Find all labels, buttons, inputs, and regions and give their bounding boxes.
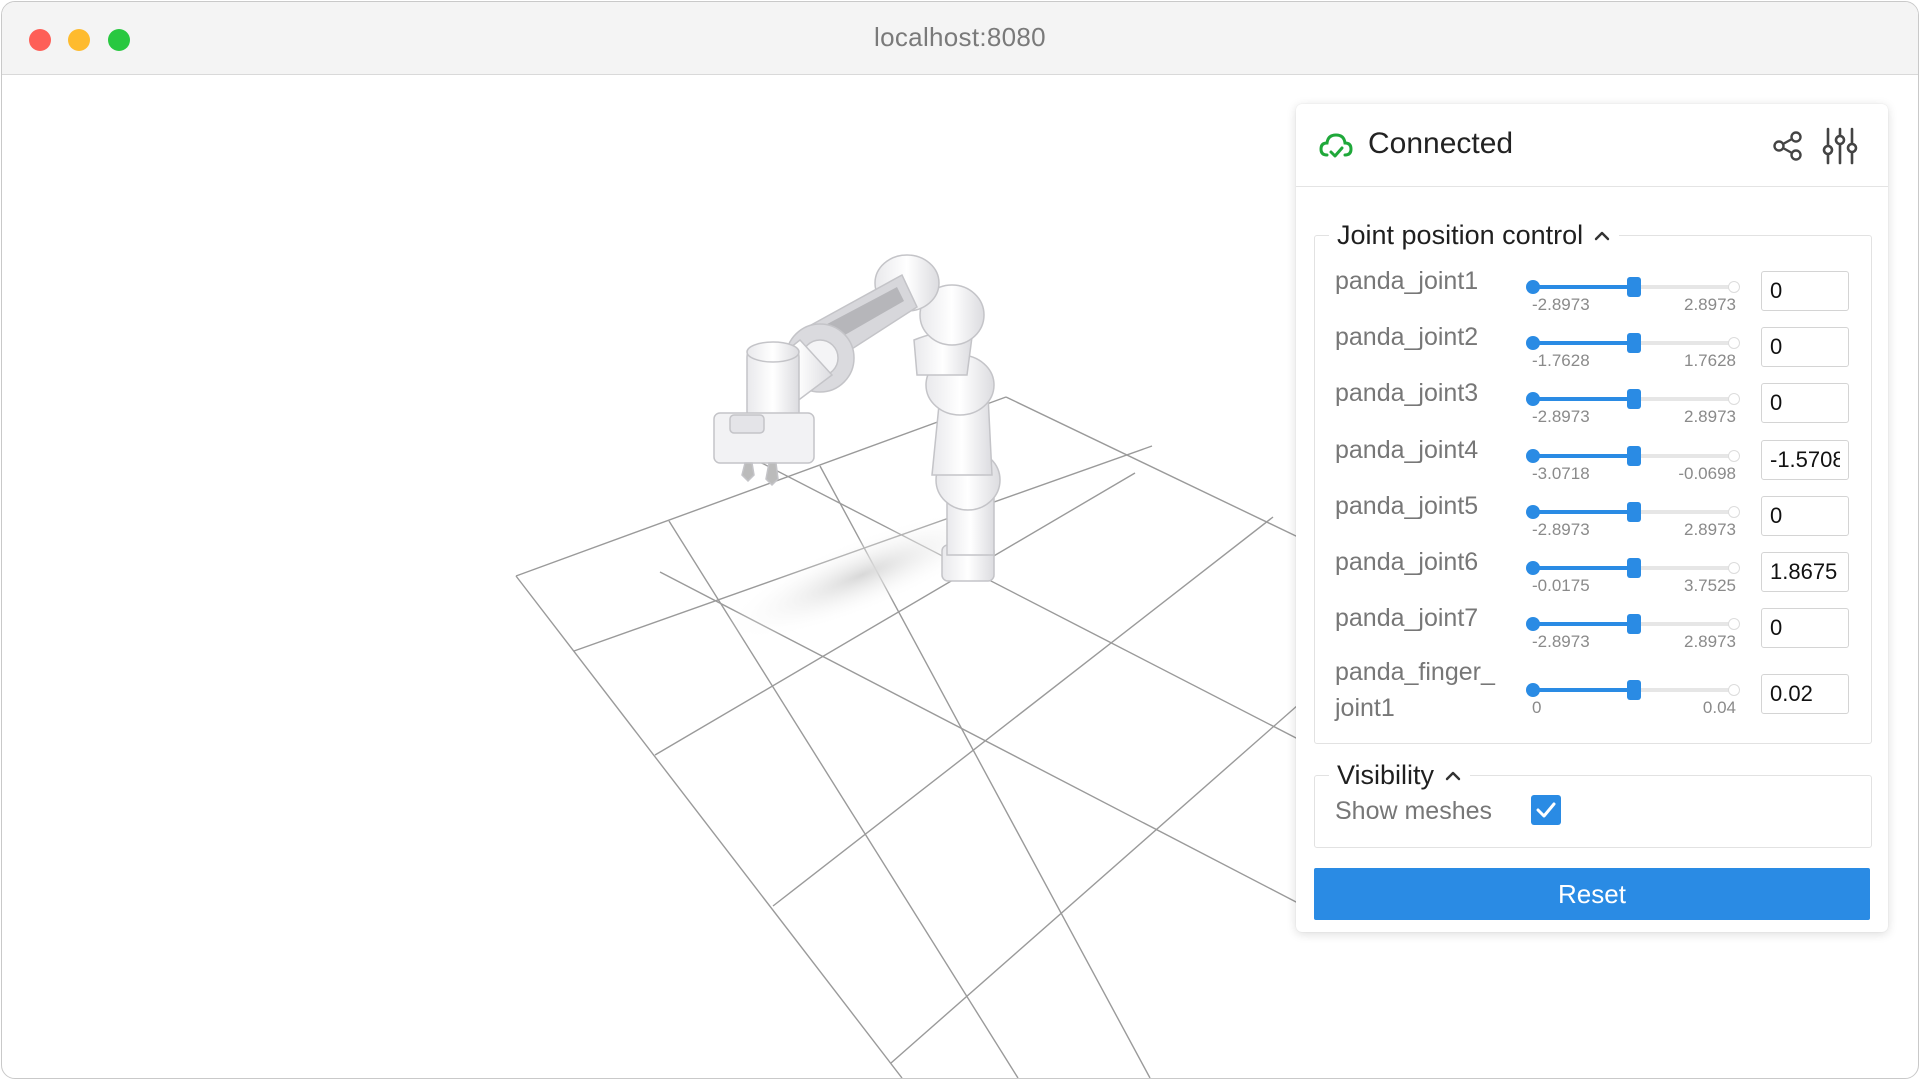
visibility-header[interactable]: Visibility [1329,760,1470,791]
joint-value-input[interactable] [1761,552,1849,592]
show-meshes-label: Show meshes [1335,797,1493,825]
slider-max-label: -0.0698 [1678,464,1736,483]
joint-position-control-title: Joint position control [1337,220,1584,250]
joint-label: panda_joint7 [1335,604,1479,632]
joint-position-control-group: Joint position control panda_joint1 -2.8… [1314,220,1872,744]
joint-value-input[interactable] [1761,271,1849,311]
joint-row: panda_joint4 -3.0718 -0.0698 [1315,432,1871,483]
cloud-check-icon [1319,133,1353,158]
slider-thumb[interactable] [1627,446,1641,466]
visibility-group: Visibility Show meshes [1314,760,1872,848]
slider-max-label: 1.7628 [1684,351,1736,370]
joint-row: panda_finger_ joint1 0 0.04 [1315,654,1871,732]
joint-value-input[interactable] [1761,674,1849,714]
url-text: localhost:8080 [874,22,1046,52]
slider-thumb[interactable] [1627,558,1641,578]
joint-label: panda_joint2 [1335,323,1479,351]
slider-thumb[interactable] [1627,277,1641,297]
joint-value-input[interactable] [1761,440,1849,480]
slider-min-label: 0 [1532,698,1542,717]
joint-row: panda_joint6 -0.0175 3.7525 [1315,544,1871,595]
slider-max-label: 2.8973 [1684,407,1736,426]
slider-thumb[interactable] [1627,333,1641,353]
slider-thumb[interactable] [1627,389,1641,409]
slider-min-label: -0.0175 [1532,576,1590,595]
joint-position-control-header[interactable]: Joint position control [1329,220,1619,251]
slider-min-label: -3.0718 [1532,464,1590,483]
joint-row: panda_joint3 -2.8973 2.8973 [1315,375,1871,426]
slider-min-label: -2.8973 [1532,632,1590,651]
chevron-up-icon [1445,771,1461,780]
panel-header: Connected [1296,104,1888,187]
joint-value-input[interactable] [1761,383,1849,423]
slider-thumb[interactable] [1627,502,1641,522]
slider-thumb[interactable] [1627,614,1641,634]
joint-value-input[interactable] [1761,496,1849,536]
joint-label: panda_joint1 [1335,267,1479,295]
slider-max-label: 2.8973 [1684,520,1736,539]
visibility-title: Visibility [1337,760,1435,790]
joint-value-input[interactable] [1761,608,1849,648]
show-meshes-checkbox[interactable] [1531,795,1561,825]
joint-label-line2: joint1 [1335,694,1395,722]
control-panel: Connected Joint position control panda_j… [1296,104,1888,932]
joint-slider[interactable]: -1.7628 1.7628 [1526,333,1740,370]
joint-row: panda_joint7 -2.8973 2.8973 [1315,600,1871,651]
joint-label: panda_joint6 [1335,548,1479,576]
connection-status: Connected [1368,127,1514,160]
slider-max-label: 2.8973 [1684,632,1736,651]
joint-label: panda_joint4 [1335,436,1479,464]
joint-row: panda_joint5 -2.8973 2.8973 [1315,488,1871,539]
joint-label-line1: panda_finger_ [1335,658,1495,686]
slider-min-label: -2.8973 [1532,520,1590,539]
joint-slider[interactable]: -2.8973 2.8973 [1526,389,1740,426]
slider-thumb[interactable] [1627,680,1641,700]
joint-slider[interactable]: -0.0175 3.7525 [1526,558,1740,595]
joint-slider[interactable]: -2.8973 2.8973 [1526,502,1740,539]
slider-max-label: 0.04 [1702,698,1736,717]
joint-value-input[interactable] [1761,327,1849,367]
slider-min-label: -1.7628 [1532,351,1590,370]
sliders-icon[interactable] [1820,126,1860,166]
slider-min-label: -2.8973 [1532,407,1590,426]
share-icon[interactable] [1772,130,1804,162]
joint-slider[interactable]: -2.8973 2.8973 [1526,614,1740,651]
reset-button[interactable]: Reset [1314,868,1870,920]
slider-min-label: -2.8973 [1532,295,1590,314]
joint-slider[interactable]: 0 0.04 [1526,680,1740,717]
joint-row: panda_joint1 -2.8973 2.8973 [1315,263,1871,314]
slider-max-label: 3.7525 [1684,576,1736,595]
joint-slider[interactable]: -3.0718 -0.0698 [1526,446,1740,483]
joint-label: panda_joint5 [1335,492,1479,520]
joint-label: panda_joint3 [1335,379,1479,407]
checkmark-icon [1536,802,1556,818]
title-bar: localhost:8080 [2,2,1918,75]
joint-slider[interactable]: -2.8973 2.8973 [1526,277,1740,314]
robot-arm[interactable] [713,254,1001,582]
chevron-up-icon [1594,231,1610,240]
joint-row: panda_joint2 -1.7628 1.7628 [1315,319,1871,370]
ground-grid [515,396,1299,1078]
slider-max-label: 2.8973 [1684,295,1736,314]
